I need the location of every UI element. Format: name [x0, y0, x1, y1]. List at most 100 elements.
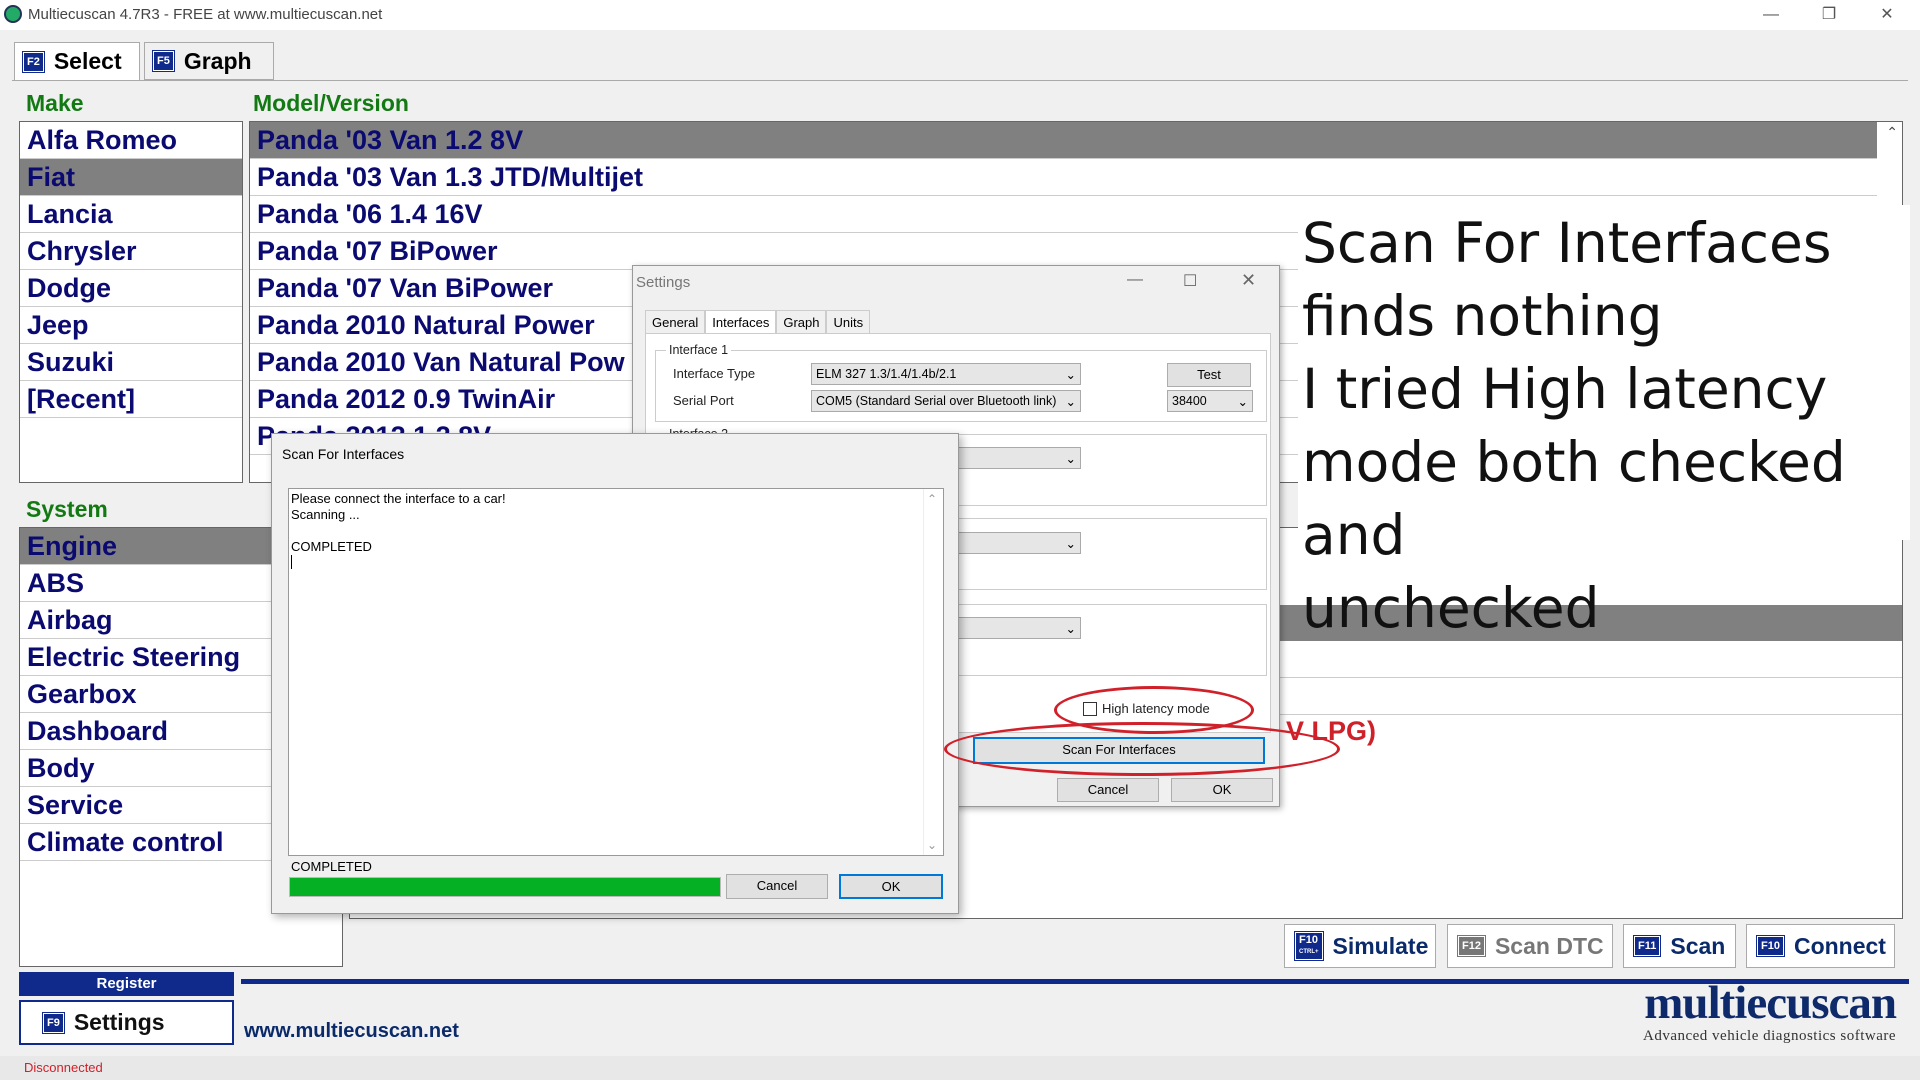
- annotation-line: I tried High latency: [1302, 357, 1828, 421]
- brand-tagline: Advanced vehicle diagnostics software: [1643, 1028, 1896, 1044]
- tab-graph-label: Graph: [183, 47, 252, 74]
- make-item[interactable]: Fiat: [20, 159, 242, 196]
- make-item[interactable]: [Recent]: [20, 381, 242, 418]
- minimize-icon[interactable]: —: [1127, 271, 1143, 289]
- tab-select-label: Select: [53, 48, 122, 74]
- window-title: Multiecuscan 4.7R3 - FREE at www.multiec…: [28, 6, 383, 23]
- f5-key-icon: F5: [152, 50, 175, 72]
- scan-dialog: Scan For Interfaces Please connect the i…: [271, 433, 959, 914]
- scan-dtc-button[interactable]: F12 Scan DTC: [1447, 924, 1613, 968]
- scan-cancel-button[interactable]: Cancel: [726, 874, 828, 899]
- brand-logo: multiecuscan Advanced vehicle diagnostic…: [1630, 977, 1897, 1045]
- scan-dialog-title: Scan For Interfaces: [282, 446, 405, 462]
- close-icon[interactable]: ✕: [1864, 2, 1910, 28]
- f12-key-icon: F12: [1457, 935, 1486, 957]
- log-scrollbar[interactable]: ⌃ ⌄: [923, 489, 941, 855]
- annotation-line: Scan For Interfaces: [1302, 211, 1832, 275]
- scan-label: Scan: [1670, 932, 1726, 959]
- chevron-down-icon: ⌄: [1065, 536, 1076, 551]
- scan-ok-button[interactable]: OK: [839, 874, 943, 899]
- tab-graph[interactable]: F5 Graph: [144, 42, 274, 80]
- scan-status: COMPLETED: [291, 859, 372, 874]
- register-button[interactable]: Register: [19, 972, 234, 996]
- f2-key-icon: F2: [22, 50, 45, 73]
- close-icon[interactable]: ✕: [1241, 270, 1256, 291]
- scroll-up-icon[interactable]: ⌃: [927, 491, 937, 507]
- chevron-down-icon: ⌄: [1237, 394, 1248, 409]
- app-logo-icon: [4, 5, 22, 23]
- settings-tabs: General Interfaces Graph Units: [645, 310, 871, 334]
- connection-status: Disconnected: [24, 1060, 103, 1075]
- annotation-line: mode both checked and: [1302, 430, 1846, 567]
- log-line: Please connect the interface to a car!: [291, 491, 506, 506]
- make-item[interactable]: Suzuki: [20, 344, 242, 381]
- connect-button[interactable]: F10 Connect: [1746, 924, 1895, 968]
- scroll-down-icon[interactable]: ⌄: [927, 837, 937, 853]
- make-header: Make: [26, 90, 84, 116]
- make-item[interactable]: Chrysler: [20, 233, 242, 270]
- tab-graph[interactable]: Graph: [776, 310, 827, 334]
- tab-general[interactable]: General: [645, 310, 706, 334]
- scan-button[interactable]: F11 Scan: [1623, 924, 1736, 968]
- settings-label: Settings: [73, 1009, 165, 1035]
- annotation-line: finds nothing: [1302, 284, 1663, 348]
- serial-port-select[interactable]: COM5 (Standard Serial over Bluetooth lin…: [811, 390, 1081, 412]
- connect-label: Connect: [1793, 932, 1886, 959]
- settings-dialog-title: Settings: [636, 274, 691, 291]
- website-link[interactable]: www.multiecuscan.net: [244, 1020, 459, 1043]
- model-header: Model/Version: [253, 90, 409, 116]
- tab-interfaces[interactable]: Interfaces: [705, 310, 777, 334]
- serial-port-value: COM5 (Standard Serial over Bluetooth lin…: [816, 394, 1057, 408]
- make-item[interactable]: Dodge: [20, 270, 242, 307]
- make-item[interactable]: Jeep: [20, 307, 242, 344]
- tab-select[interactable]: F2 Select: [14, 42, 140, 80]
- interface-type-select[interactable]: ELM 327 1.3/1.4/1.4b/2.1 ⌄: [811, 363, 1081, 385]
- brand-name: multiecuscan: [1644, 977, 1897, 1029]
- progress-bar: [289, 877, 721, 897]
- scan-dtc-label: Scan DTC: [1494, 932, 1604, 959]
- cancel-button[interactable]: Cancel: [1057, 778, 1159, 802]
- simulate-label: Simulate: [1332, 932, 1429, 959]
- status-bar: Disconnected: [0, 1056, 1920, 1080]
- chevron-down-icon: ⌄: [1065, 451, 1076, 466]
- minimize-icon[interactable]: —: [1748, 2, 1794, 28]
- tab-divider: [12, 80, 1908, 81]
- interface-type-label: Interface Type: [673, 366, 756, 381]
- f10-key-icon: F10 CTRL+: [1294, 931, 1324, 961]
- f11-key-icon: F11: [1632, 935, 1662, 957]
- chevron-down-icon: ⌄: [1065, 394, 1076, 409]
- system-header: System: [26, 496, 108, 522]
- simulate-button[interactable]: F10 CTRL+ Simulate: [1284, 924, 1436, 968]
- baud-rate-select[interactable]: 38400 ⌄: [1167, 390, 1253, 412]
- divider: [1280, 714, 1902, 715]
- make-list[interactable]: Alfa Romeo Fiat Lancia Chrysler Dodge Je…: [19, 121, 243, 483]
- chevron-down-icon: ⌄: [1065, 367, 1076, 382]
- log-line: Scanning ...: [291, 507, 360, 522]
- test-button[interactable]: Test: [1167, 363, 1251, 387]
- highlight-ellipse: [944, 722, 1340, 776]
- divider: [1280, 677, 1902, 678]
- annotation-text: Scan For Interfaces finds nothing I trie…: [1302, 207, 1920, 645]
- tab-units[interactable]: Units: [826, 310, 871, 334]
- serial-port-label: Serial Port: [673, 393, 734, 408]
- f9-key-icon: F9: [42, 1011, 65, 1034]
- text-cursor: [291, 555, 292, 569]
- interface1-label: Interface 1: [666, 343, 732, 357]
- maximize-icon[interactable]: ☐: [1183, 271, 1197, 291]
- model-item[interactable]: Panda '03 Van 1.2 8V: [250, 122, 1877, 159]
- ok-button[interactable]: OK: [1171, 778, 1273, 802]
- settings-button[interactable]: F9 Settings: [19, 1000, 234, 1045]
- title-bar: Multiecuscan 4.7R3 - FREE at www.multiec…: [0, 0, 1920, 30]
- annotation-line: unchecked: [1302, 576, 1600, 640]
- log-line: COMPLETED: [291, 539, 372, 554]
- make-item[interactable]: Alfa Romeo: [20, 122, 242, 159]
- interface-type-value: ELM 327 1.3/1.4/1.4b/2.1: [816, 367, 957, 381]
- scroll-up-icon[interactable]: ⌃: [1886, 124, 1898, 141]
- model-item[interactable]: Panda '03 Van 1.3 JTD/Multijet: [250, 159, 1877, 196]
- restore-icon[interactable]: ❐: [1806, 2, 1852, 28]
- make-item[interactable]: Lancia: [20, 196, 242, 233]
- chevron-down-icon: ⌄: [1065, 621, 1076, 636]
- scan-log[interactable]: Please connect the interface to a car! S…: [288, 488, 944, 856]
- f10-key-icon: F10: [1756, 935, 1785, 957]
